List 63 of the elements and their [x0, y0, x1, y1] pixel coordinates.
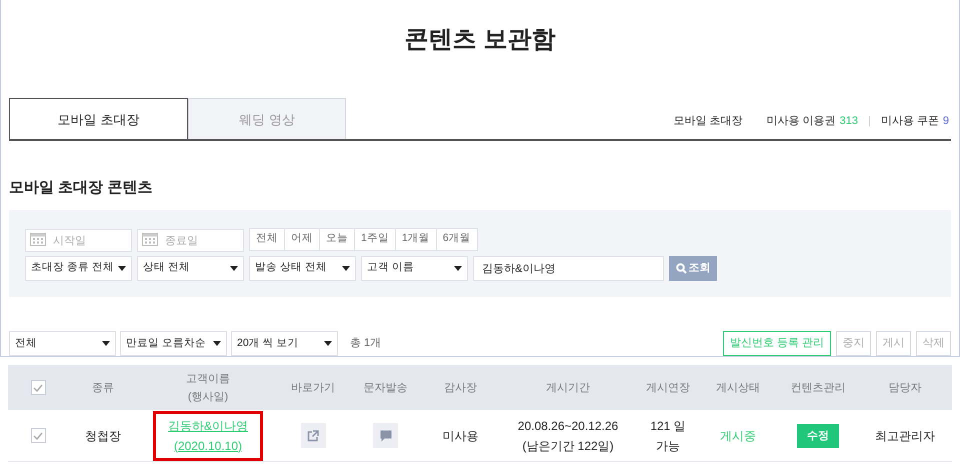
page-title: 콘텐츠 보관함: [404, 25, 556, 55]
count-text: 9: [942, 114, 949, 129]
count-text: 313: [840, 114, 858, 129]
search-icon: [676, 262, 686, 274]
summary-label: 미사용 이용권: [766, 114, 836, 129]
caret-icon: [324, 341, 332, 346]
period-button[interactable]: 6개월: [436, 228, 477, 250]
column-header: 종류: [92, 380, 114, 396]
check-icon: [33, 384, 43, 392]
table-cell-text: (남은기간 122일): [522, 438, 614, 454]
check-icon: [33, 432, 43, 440]
search-field[interactable]: 김동하&이나영: [473, 256, 664, 281]
dropdown[interactable]: 초대장 종류 전체: [25, 256, 132, 281]
dropdown[interactable]: 고객 이름: [361, 256, 468, 281]
table-cell-text: 미사용: [442, 428, 478, 444]
external-link-icon: [307, 430, 319, 442]
column-header: 게시상태: [716, 380, 760, 396]
caret-icon: [230, 266, 238, 271]
dropdown[interactable]: 상태 전체: [137, 256, 244, 281]
column-header: 문자발송: [364, 380, 408, 396]
date-field[interactable]: 시작일: [25, 229, 132, 252]
table-cell-text: 20.08.26~20.12.26: [518, 418, 618, 434]
period-button[interactable]: 오늘: [319, 228, 354, 250]
period-button[interactable]: 전체: [250, 228, 284, 250]
calendar-icon: [142, 232, 158, 246]
caret-icon: [118, 266, 126, 271]
summary-label: 미사용 쿠폰: [880, 114, 939, 129]
table-cell-text: 최고관리자: [875, 428, 935, 444]
column-header: 게시기간: [546, 380, 590, 396]
column-header: 컨텐츠관리: [790, 380, 846, 396]
caret-icon: [213, 341, 221, 346]
summary-text: 모바일 초대장: [673, 114, 743, 129]
table-cell-text: 121 일: [650, 418, 686, 434]
caret-icon: [454, 266, 462, 271]
total-count: 총 1개: [350, 336, 382, 352]
section-title: 모바일 초대장 콘텐츠: [9, 178, 154, 198]
column-header: 감사장: [444, 380, 477, 396]
table-cell-text: 가능: [656, 438, 680, 454]
dropdown[interactable]: 20개 씩 보기: [231, 331, 338, 356]
dropdown[interactable]: 만료일 오름차순: [120, 331, 227, 356]
date-field[interactable]: 종료일: [137, 229, 244, 252]
message-button[interactable]: [373, 423, 398, 448]
tab[interactable]: 모바일 초대장: [9, 98, 188, 140]
shortcut-button[interactable]: [300, 423, 326, 448]
period-button[interactable]: 어제: [284, 228, 319, 250]
caret-icon: [342, 266, 350, 271]
period-button[interactable]: 1주일: [354, 228, 395, 250]
checkbox[interactable]: [30, 428, 46, 443]
column-header: 바로가기: [291, 380, 335, 396]
chat-bubble-icon: [380, 430, 392, 442]
column-header: 담당자: [888, 380, 922, 396]
column-header: (행사일): [188, 390, 228, 404]
period-button[interactable]: 1개월: [394, 228, 436, 250]
table-cell-text: 청첩장: [85, 428, 121, 444]
column-header: 게시연장: [646, 380, 690, 396]
calendar-icon: [30, 232, 46, 246]
dropdown[interactable]: 전체: [9, 331, 116, 356]
dropdown[interactable]: 발송 상태 전체: [249, 256, 356, 281]
status-text: 게시중: [720, 428, 756, 444]
checkbox[interactable]: [30, 380, 46, 395]
column-header: 고객이름: [186, 372, 230, 386]
separator: |: [868, 114, 871, 129]
caret-icon: [102, 341, 110, 346]
